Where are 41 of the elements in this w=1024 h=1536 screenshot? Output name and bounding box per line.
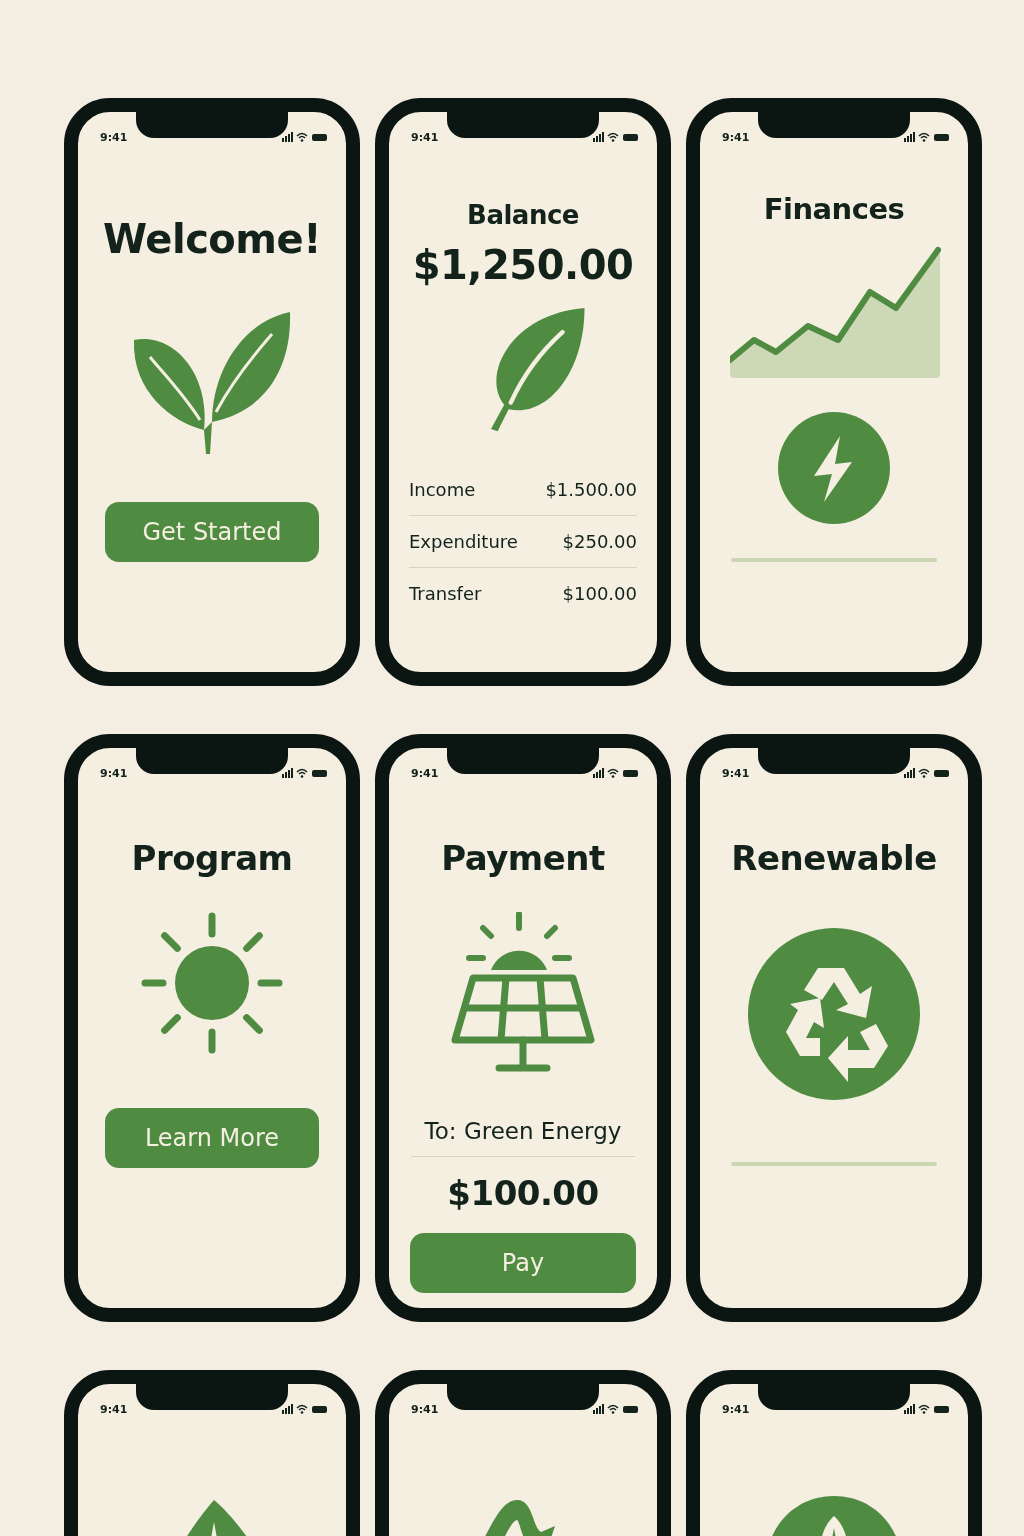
status-time: 9:41 [411, 766, 439, 780]
status-time: 9:41 [100, 130, 128, 144]
screen-title: Payment [441, 838, 605, 878]
status-icons [282, 132, 328, 142]
status-time: 9:41 [722, 766, 750, 780]
row-value: $100.00 [562, 583, 637, 604]
recycle-icon [748, 928, 920, 1100]
screen-title: Welcome! [103, 216, 321, 262]
solar-panel-icon [451, 912, 595, 1074]
status-time: 9:41 [100, 1402, 128, 1416]
status-time: 9:41 [722, 130, 750, 144]
lightning-bolt-icon [778, 412, 890, 524]
status-icons [282, 768, 328, 778]
status-icons [904, 132, 950, 142]
sun-icon [141, 912, 283, 1054]
learn-more-button[interactable]: Learn More [105, 1108, 319, 1168]
screen-title: Program [131, 838, 293, 878]
status-time: 9:41 [722, 1402, 750, 1416]
row-value: $1.500.00 [545, 479, 637, 500]
sprout-icon [132, 312, 292, 454]
row-label: Transfer [409, 583, 482, 604]
status-icons [904, 1404, 950, 1414]
status-icons [904, 768, 950, 778]
screen-title: Balance [467, 200, 579, 230]
row-label: Income [409, 479, 476, 500]
status-icons [282, 1404, 328, 1414]
status-icons [593, 1404, 639, 1414]
status-icons [593, 132, 639, 142]
screen-title: Renewable [731, 838, 937, 878]
status-time: 9:41 [411, 1402, 439, 1416]
payment-amount: $100.00 [447, 1173, 599, 1213]
pay-button[interactable]: Pay [410, 1233, 636, 1293]
recipient-text: To: Green Energy [411, 1118, 635, 1157]
row-label: Expenditure [409, 531, 518, 552]
status-time: 9:41 [100, 766, 128, 780]
screen-title: Finances [763, 192, 905, 226]
balance-amount: $1,250.00 [412, 242, 634, 288]
row-value: $250.00 [562, 531, 637, 552]
get-started-button[interactable]: Get Started [105, 502, 319, 562]
status-time: 9:41 [411, 130, 439, 144]
status-icons [593, 768, 639, 778]
